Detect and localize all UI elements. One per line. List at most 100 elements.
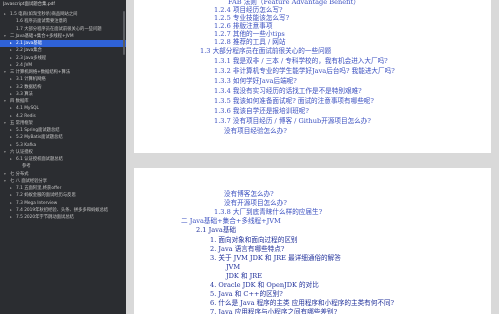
outline-item-label: 三 计算机网络+数据结构+算法 xyxy=(10,70,71,75)
toc-link[interactable]: 7. Java 应用程序与小程序之间有哪些差别? xyxy=(210,308,337,314)
outline-item[interactable]: 1.7 大部分程序员在面试前很关心的一些问题 xyxy=(0,26,126,33)
chevron-right-icon[interactable]: ▸ xyxy=(10,55,12,62)
toc-link[interactable]: 1.3.7 没有项目经历 / 博客 / Github开源项目怎么办? xyxy=(214,117,371,125)
chevron-down-icon[interactable]: ▾ xyxy=(4,120,6,127)
chevron-down-icon[interactable]: ▾ xyxy=(4,171,6,178)
outline-item[interactable]: 参考 xyxy=(0,163,126,170)
outline-item[interactable]: ▸ 6.1 认证授权面试题总结 xyxy=(0,156,126,163)
outline-item[interactable]: ▸ 1.5 电商(如淘宝秒杀)商品网站之间 xyxy=(0,11,126,18)
chevron-right-icon[interactable]: ▸ xyxy=(10,76,12,83)
outline-item[interactable]: ▸ 4.2 Redis xyxy=(0,113,126,120)
toc-link[interactable]: 1.2.6 排版注意事项 xyxy=(214,22,272,30)
toc-link[interactable]: 二 Java基础+集合+多线程+JVM xyxy=(181,217,281,225)
chevron-right-icon[interactable]: ▸ xyxy=(10,200,12,207)
chevron-right-icon[interactable]: ▸ xyxy=(10,113,12,120)
chevron-down-icon[interactable]: ▾ xyxy=(4,69,6,76)
outline-item[interactable]: ▸ 2.3 Java多线程 xyxy=(0,55,126,62)
outline-item[interactable]: ▸ 7.2 蚂蚁金服的面试经历与反思 xyxy=(0,192,126,199)
toc-link[interactable]: 1.2.4 项目经历怎么写? xyxy=(214,6,283,14)
document-area[interactable]: FAB 法则（Feature Advantage Benefit） 1.2.4 项… xyxy=(126,0,499,314)
outline-item-label: 五 常用框架 xyxy=(10,120,33,126)
toc-link[interactable]: JVM xyxy=(226,263,240,271)
sidebar-scrollbar[interactable] xyxy=(123,11,125,55)
chevron-right-icon[interactable]: ▸ xyxy=(10,185,12,192)
toc-link[interactable]: 1.3.6 我该自学还是报培训班呢? xyxy=(214,107,309,115)
toc-link[interactable]: 1.3.1 我是双非 / 三本 / 专科学校的，我有机会进入大厂吗? xyxy=(214,57,388,65)
outline-item[interactable]: ▸ 5.1 Spring面试题总结 xyxy=(0,127,126,134)
toc-link[interactable]: 没有开源项目怎么办? xyxy=(224,199,287,207)
outline-item[interactable]: ▾ 四 数据库 xyxy=(0,98,126,105)
chevron-right-icon[interactable]: ▸ xyxy=(4,11,6,18)
toc-link[interactable]: 1.3.5 我该如何准备面试呢? 面试的注意事项有哪些呢? xyxy=(214,97,374,105)
chevron-down-icon[interactable]: ▾ xyxy=(4,33,6,40)
toc-link[interactable]: 1.2.5 专业技能该怎么写? xyxy=(214,14,289,22)
toc-link[interactable]: 1.3 大部分程序员在面试前很关心的一些问题 xyxy=(200,47,331,55)
outline-item[interactable]: ▾ 七 分布式 xyxy=(0,171,126,178)
outline-item[interactable]: ▸ 3.3 算法 xyxy=(0,91,126,98)
toc-link[interactable]: 1.2.7 其他的一些小tips xyxy=(214,30,285,38)
outline-item-label: 4.1 MySQL xyxy=(16,106,39,112)
outline-item[interactable]: ▸ 2.4 JVM xyxy=(0,62,126,69)
toc-link[interactable]: 6. 什么是 Java 程序的主类 应用程序和小程序的主类有何不同? xyxy=(210,299,394,307)
outline-item[interactable]: ▸ 7.1 五面阿里,终获offer xyxy=(0,185,126,192)
outline-item[interactable]: ▾ 六 认证授权 xyxy=(0,149,126,156)
chevron-down-icon[interactable]: ▾ xyxy=(4,149,6,156)
toc-link[interactable]: 2.1 Java基础 xyxy=(196,226,236,234)
toc-link[interactable]: 1.3.2 非计算机专业的学生能学好Java后台吗? 我能进大厂吗? xyxy=(214,67,395,75)
toc-link[interactable]: 4. Oracle JDK 和 OpenJDK 的对比 xyxy=(210,281,319,289)
toc-link[interactable]: 1.3.4 我没有实习经历的话找工作是不是特别艰难? xyxy=(214,87,362,95)
chevron-right-icon[interactable]: ▸ xyxy=(10,127,12,134)
toc-link[interactable]: 1.2.8 推荐的工具 / 网站 xyxy=(214,38,285,46)
outline-item[interactable]: ▸ 3.2 数据结构 xyxy=(0,84,126,91)
chevron-right-icon[interactable]: ▸ xyxy=(10,47,12,54)
outline-item-label: 3.2 数据结构 xyxy=(16,84,42,90)
outline-list: ▸ 1.5 电商(如淘宝秒杀)商品网站之间 1.6 程序员面试需要注意的 1.7 大部… xyxy=(0,11,126,221)
outline-item-label: 6.1 认证授权面试题总结 xyxy=(16,157,63,162)
toc-link[interactable]: 1. 面向对象和面向过程的区别 xyxy=(210,236,298,244)
chevron-right-icon[interactable]: ▸ xyxy=(10,192,12,199)
outline-item[interactable]: ▸ 4.1 MySQL xyxy=(0,105,126,112)
chevron-right-icon[interactable]: ▸ xyxy=(10,134,12,141)
outline-item-label: 2.3 Java多线程 xyxy=(16,55,47,61)
toc-link[interactable]: 1.3.3 如何学好Java后端呢? xyxy=(214,77,297,85)
outline-item[interactable]: ▸ 7.5 2020年字节跳动面试总结 xyxy=(0,214,126,221)
toc-link[interactable]: 没有博客怎么办? xyxy=(224,190,274,198)
toc-link[interactable]: 5. Java 和 C++的区别? xyxy=(210,290,283,298)
outline-item[interactable]: ▾ 三 计算机网络+数据结构+算法 xyxy=(0,69,126,76)
outline-item-label: 2.2 Java集合 xyxy=(16,48,42,54)
toc-link[interactable]: JDK 和 JRE xyxy=(226,272,262,280)
outline-item-label: 七 八 面试经验分享 xyxy=(10,178,48,184)
chevron-right-icon[interactable]: ▸ xyxy=(10,84,12,91)
toc-link[interactable]: 2. Java 语言有哪些特点? xyxy=(210,245,284,253)
outline-item[interactable]: ▸ 2.2 Java集合 xyxy=(0,47,126,54)
toc-link[interactable]: 1.3.8 大厂到底青睐什么样的应届生? xyxy=(214,208,322,216)
outline-item[interactable]: ▾ 七 八 面试经验分享 xyxy=(0,178,126,185)
outline-item[interactable]: ▸ 2.1 Java基础 xyxy=(0,40,126,48)
chevron-down-icon[interactable]: ▾ xyxy=(4,98,6,105)
chevron-right-icon[interactable]: ▸ xyxy=(10,40,12,47)
outline-item[interactable]: ▸ 7.4 2019年秋招经验、头条、拼多多和蚂蚁总结 xyxy=(0,207,126,214)
chevron-right-icon[interactable]: ▸ xyxy=(10,142,12,149)
chevron-right-icon[interactable]: ▸ xyxy=(10,105,12,112)
outline-item[interactable]: ▸ 5.3 Kafka xyxy=(0,142,126,149)
outline-item[interactable]: ▸ 7.3 Mega Interview xyxy=(0,200,126,207)
chevron-right-icon[interactable]: ▸ xyxy=(10,156,12,163)
chevron-right-icon[interactable]: ▸ xyxy=(10,62,12,69)
outline-item[interactable]: ▾ 五 常用框架 xyxy=(0,120,126,127)
chevron-right-icon[interactable]: ▸ xyxy=(10,207,12,214)
outline-item[interactable]: ▸ 3.1 计算机网络 xyxy=(0,76,126,83)
outline-item-label: 7.3 Mega Interview xyxy=(16,200,58,206)
chevron-right-icon[interactable]: ▸ xyxy=(10,214,12,221)
outline-item[interactable]: ▾ 二 Java基础+集合+多线程+JVM xyxy=(0,33,126,40)
outline-item-label: 4.2 Redis xyxy=(16,113,36,119)
chevron-down-icon[interactable]: ▾ xyxy=(4,178,6,185)
outline-item-label: 七 分布式 xyxy=(10,171,29,177)
outline-item-label: 二 Java基础+集合+多线程+JVM xyxy=(10,33,74,39)
toc-link[interactable]: 3. 关于 JVM JDK 和 JRE 最详细通俗的解答 xyxy=(210,254,341,262)
outline-item[interactable]: 1.6 程序员面试需要注意的 xyxy=(0,18,126,25)
toc-link[interactable]: 没有项目经验怎么办? xyxy=(224,127,287,135)
chevron-right-icon[interactable]: ▸ xyxy=(10,91,12,98)
outline-item-label: 3.1 计算机网络 xyxy=(16,77,46,83)
outline-item[interactable]: ▸ 5.2 MyBatis面试题总结 xyxy=(0,134,126,141)
outline-item-label: 2.1 Java基础 xyxy=(16,41,42,46)
